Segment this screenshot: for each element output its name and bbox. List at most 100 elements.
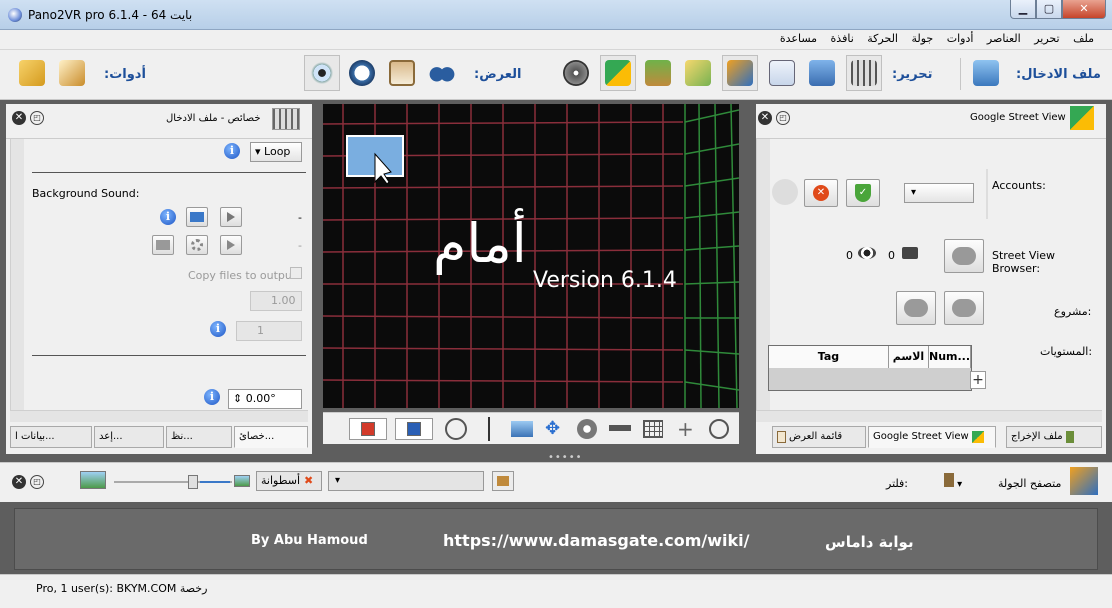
output-icon bbox=[1065, 431, 1074, 443]
open-folder-icon[interactable] bbox=[152, 235, 174, 255]
close-panel-icon[interactable]: ✕ bbox=[12, 111, 26, 125]
id-card-icon[interactable] bbox=[764, 55, 800, 91]
remove-account-button[interactable]: ✕ bbox=[804, 179, 838, 207]
copy-files-checkbox[interactable] bbox=[290, 267, 302, 279]
horizontal-scrollbar[interactable] bbox=[756, 410, 1102, 422]
tag-icon[interactable] bbox=[492, 471, 514, 491]
play-button[interactable] bbox=[220, 207, 242, 227]
float-panel-icon[interactable]: ◰ bbox=[30, 111, 44, 125]
menu-edit[interactable]: تحرير bbox=[1030, 30, 1063, 47]
red-color-picker[interactable] bbox=[349, 418, 387, 440]
filter-combo[interactable]: ▾ bbox=[328, 471, 484, 491]
large-thumbnail-icon[interactable] bbox=[80, 471, 106, 489]
map-icon[interactable] bbox=[680, 55, 716, 91]
gear-icon[interactable] bbox=[186, 235, 208, 255]
binoculars-icon[interactable] bbox=[424, 55, 460, 91]
vertical-scrollbar[interactable] bbox=[10, 139, 24, 411]
clipboard-icon[interactable] bbox=[384, 55, 420, 91]
column-header-name[interactable]: الاسم bbox=[889, 346, 929, 368]
menu-window[interactable]: نافذة bbox=[827, 30, 858, 47]
play-button[interactable] bbox=[220, 235, 242, 255]
add-panorama-icon[interactable] bbox=[968, 55, 1004, 91]
camera-icon bbox=[902, 247, 918, 259]
close-panel-icon[interactable]: ✕ bbox=[12, 475, 26, 489]
menu-bar: ملف تحرير العناصر أدوات جولة الحركة نافذ… bbox=[0, 30, 1112, 50]
ruler-icon[interactable] bbox=[609, 425, 631, 431]
add-account-button[interactable]: ✓ bbox=[846, 179, 880, 207]
viewport-toolbar: ✥ + bbox=[323, 412, 739, 444]
float-panel-icon[interactable]: ◰ bbox=[776, 111, 790, 125]
tab-properties[interactable]: خصائ... bbox=[234, 426, 308, 448]
menu-tour[interactable]: جولة bbox=[907, 30, 937, 47]
pin-figure-icon[interactable] bbox=[640, 55, 676, 91]
download-cloud-button[interactable] bbox=[896, 291, 936, 325]
account-avatar-icon[interactable] bbox=[772, 179, 798, 205]
accounts-select[interactable]: ▾ bbox=[904, 183, 974, 203]
tab-viewer[interactable]: نظ... bbox=[166, 426, 232, 448]
column-header-num[interactable]: Num... bbox=[929, 346, 971, 368]
menu-elements[interactable]: العناصر bbox=[983, 30, 1025, 47]
count-input[interactable]: 1 bbox=[236, 321, 302, 341]
move-icon[interactable]: ✥ bbox=[545, 419, 565, 439]
blue-color-picker[interactable] bbox=[395, 418, 433, 440]
tour-map-icon[interactable] bbox=[722, 55, 758, 91]
app-icon[interactable] bbox=[8, 8, 22, 22]
maximize-button[interactable]: ▢ bbox=[1036, 0, 1062, 19]
slider-thumb[interactable] bbox=[188, 475, 198, 489]
eye-icon bbox=[858, 247, 876, 259]
levels-table[interactable]: Tag الاسم Num... bbox=[768, 345, 972, 391]
count-info-icon[interactable]: i bbox=[210, 321, 226, 337]
tab-google-street-view[interactable]: Google Street View bbox=[868, 426, 996, 448]
menu-help[interactable]: مساعدة bbox=[776, 30, 821, 47]
loop-info-icon[interactable]: i bbox=[224, 143, 240, 159]
main-toolbar: أدوات: العرض: تحرير: ملف الادخال: bbox=[0, 50, 1112, 100]
sound-info-icon[interactable]: i bbox=[160, 209, 176, 225]
minimize-button[interactable]: ▁ bbox=[1010, 0, 1036, 19]
panorama-icon[interactable] bbox=[511, 421, 533, 437]
panorama-viewport[interactable]: أمام Version 6.1.4 bbox=[323, 104, 739, 408]
tab-playlist[interactable]: قائمة العرض bbox=[772, 426, 866, 448]
horizontal-scrollbar[interactable] bbox=[10, 410, 308, 422]
loop-select[interactable]: ▾ Loop bbox=[250, 142, 302, 162]
table-row[interactable] bbox=[769, 368, 971, 390]
tab-settings[interactable]: إعد... bbox=[94, 426, 164, 448]
street-view-browser-label: Street View Browser: bbox=[992, 249, 1056, 275]
angle-input[interactable]: ⇕ 0.00° bbox=[228, 389, 302, 409]
tab-metadata[interactable]: بيانات ا... bbox=[10, 426, 92, 448]
project-label: مشروع: bbox=[1054, 305, 1092, 318]
stamp-icon[interactable]: ▾ bbox=[944, 473, 968, 491]
angle-info-icon[interactable]: i bbox=[204, 389, 220, 405]
remove-tag-icon[interactable]: ✖ bbox=[304, 472, 313, 490]
tab-output[interactable]: ملف الإخراج bbox=[1006, 426, 1102, 448]
crosshair-icon[interactable] bbox=[445, 418, 467, 440]
stopwatch-icon[interactable] bbox=[344, 55, 380, 91]
site-name-text: بوابة داماس bbox=[825, 533, 914, 551]
filter-tag[interactable]: أسطوانة ✖ bbox=[256, 471, 322, 491]
plus-cross-icon[interactable]: + bbox=[677, 417, 694, 441]
menu-file[interactable]: ملف bbox=[1069, 30, 1098, 47]
menu-animation[interactable]: الحركة bbox=[863, 30, 902, 47]
panel-title: Google Street View bbox=[970, 112, 1066, 123]
open-folder-icon[interactable] bbox=[186, 207, 208, 227]
google-street-view-icon[interactable] bbox=[600, 55, 636, 91]
viewer-eye-icon[interactable] bbox=[304, 55, 340, 91]
street-view-browser-button[interactable] bbox=[944, 239, 984, 273]
float-panel-icon[interactable]: ◰ bbox=[30, 475, 44, 489]
small-thumbnail-icon[interactable] bbox=[234, 475, 250, 487]
compass-icon[interactable] bbox=[709, 419, 729, 439]
grid-icon[interactable] bbox=[643, 420, 663, 438]
tools-package-icon[interactable] bbox=[14, 55, 50, 91]
menu-tools[interactable]: أدوات bbox=[943, 30, 978, 47]
panorama-edit-icon[interactable] bbox=[804, 55, 840, 91]
viewer-eye-icon[interactable] bbox=[577, 419, 597, 439]
close-button[interactable]: ✕ bbox=[1062, 0, 1106, 19]
column-header-tag[interactable]: Tag bbox=[769, 346, 889, 368]
level-input[interactable]: 1.00 bbox=[250, 291, 302, 311]
tools-wizard-icon[interactable] bbox=[54, 55, 90, 91]
photos-count: 0 bbox=[888, 249, 895, 262]
properties-sliders-icon[interactable] bbox=[846, 55, 882, 91]
film-reel-icon[interactable] bbox=[558, 55, 594, 91]
add-level-button[interactable]: + bbox=[970, 371, 986, 389]
close-panel-icon[interactable]: ✕ bbox=[758, 111, 772, 125]
upload-cloud-button[interactable] bbox=[944, 291, 984, 325]
